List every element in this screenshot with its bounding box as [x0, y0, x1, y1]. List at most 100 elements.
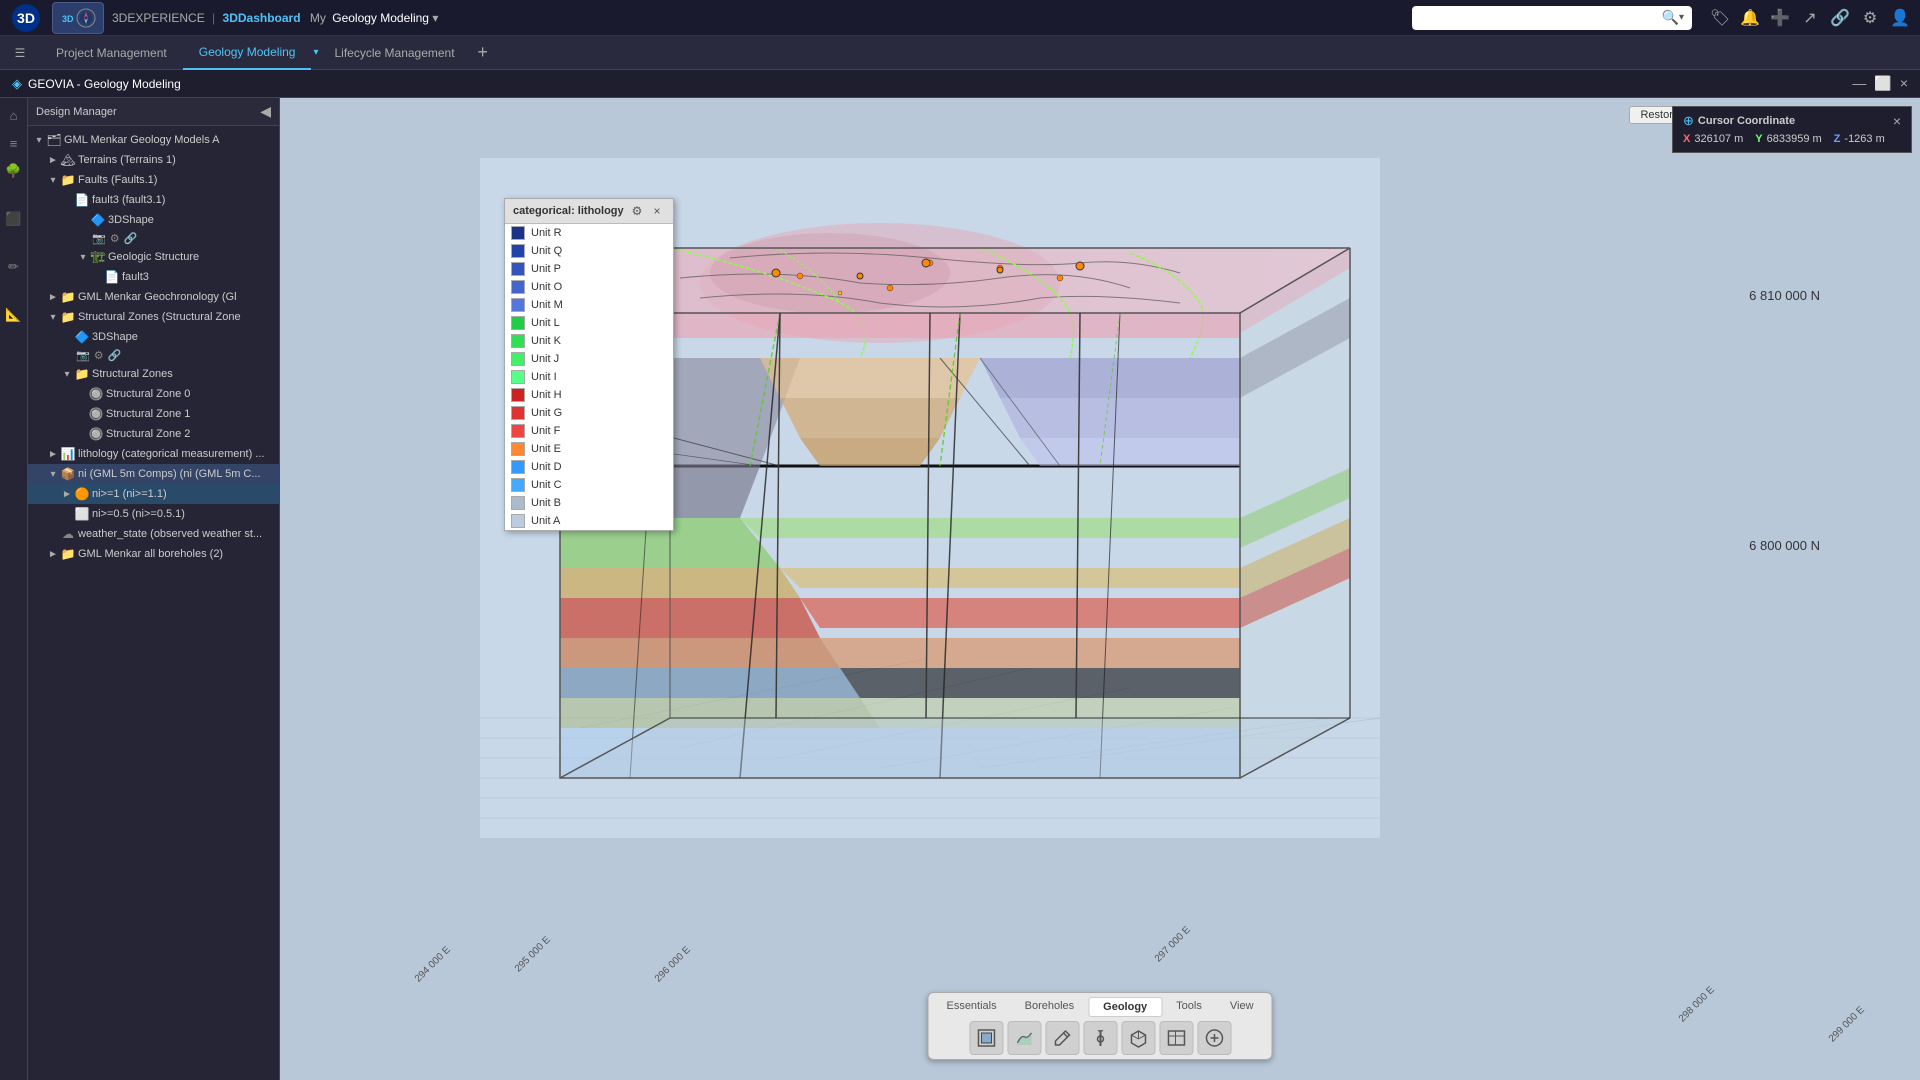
- left-icon-pick[interactable]: ✏: [3, 256, 25, 278]
- swatch-unit-d: [511, 460, 525, 474]
- btool-table[interactable]: [1159, 1021, 1193, 1055]
- btab-essentials[interactable]: Essentials: [932, 997, 1010, 1017]
- tree-item-ni1[interactable]: ► 🟠 ni>=1 (ni>=1.1): [28, 484, 279, 504]
- left-icon-layers[interactable]: ≡: [3, 132, 25, 154]
- tree-item-sz2[interactable]: 🔘 Structural Zone 2: [28, 424, 279, 444]
- arrow-gml-geo[interactable]: ►: [46, 292, 60, 303]
- search-input[interactable]: [1420, 11, 1662, 25]
- connect-icon[interactable]: 🔗: [1828, 6, 1852, 30]
- label-unit-q: Unit Q: [531, 245, 562, 257]
- cursor-coord-close[interactable]: ×: [1893, 113, 1901, 129]
- legend-item-unit-q: Unit Q: [505, 242, 673, 260]
- arrow-sz-group[interactable]: ▾: [60, 369, 74, 380]
- bookmark-icon[interactable]: 🏷: [1708, 6, 1732, 30]
- 3dshape-icon1[interactable]: 📷: [92, 232, 106, 245]
- label-unit-g: Unit G: [531, 407, 562, 419]
- left-icon-tree[interactable]: 🌳: [3, 160, 25, 182]
- label-unit-c: Unit C: [531, 479, 562, 491]
- btab-view[interactable]: View: [1216, 997, 1268, 1017]
- icon-sz0: 🔘: [88, 386, 104, 402]
- tree-item-3dshape2[interactable]: 🔷 3DShape: [28, 327, 279, 347]
- tree-item-faults[interactable]: ▾ 📁 Faults (Faults.1): [28, 170, 279, 190]
- share-icon[interactable]: ↗: [1798, 6, 1822, 30]
- swatch-unit-h: [511, 388, 525, 402]
- tab-project-management[interactable]: Project Management: [40, 36, 183, 70]
- label-unit-f: Unit F: [531, 425, 560, 437]
- search-dropdown-icon[interactable]: ▾: [1679, 12, 1684, 23]
- icon-3dshape2: 🔷: [74, 329, 90, 345]
- arrow-terrains[interactable]: ►: [46, 155, 60, 166]
- tree-item-ni-gml[interactable]: ▾ 📦 ni (GML 5m Comps) (ni (GML 5m C...: [28, 464, 279, 484]
- arrow-geologic-structure[interactable]: ▾: [76, 252, 90, 263]
- dm-collapse-icon[interactable]: ◀: [260, 103, 271, 120]
- btab-tools[interactable]: Tools: [1162, 997, 1216, 1017]
- tree-item-3dshape[interactable]: 🔷 3DShape: [28, 210, 279, 230]
- settings-icon[interactable]: ⚙: [1858, 6, 1882, 30]
- btool-add[interactable]: [1197, 1021, 1231, 1055]
- label-ni-gml: ni (GML 5m Comps) (ni (GML 5m C...: [78, 468, 261, 480]
- label-fault3: fault3 (fault3.1): [92, 194, 165, 206]
- svg-text:3D: 3D: [62, 14, 74, 24]
- tree-item-boreholes[interactable]: ► 📁 GML Menkar all boreholes (2): [28, 544, 279, 564]
- 3dshape2-icon3[interactable]: 🔗: [108, 349, 122, 362]
- arrow-gml-root[interactable]: ▾: [32, 135, 46, 146]
- legend-close-icon[interactable]: ×: [649, 203, 665, 219]
- tree-item-fault3[interactable]: 📄 fault3 (fault3.1): [28, 190, 279, 210]
- btab-geology[interactable]: Geology: [1088, 997, 1162, 1017]
- tree-item-gml-root[interactable]: ▾ 🗂 GML Menkar Geology Models A: [28, 130, 279, 150]
- 3dshape-icon3[interactable]: 🔗: [124, 232, 138, 245]
- 3dshape2-icon2[interactable]: ⚙: [94, 349, 104, 362]
- label-unit-e: Unit E: [531, 443, 561, 455]
- arrow-ni1[interactable]: ►: [60, 489, 74, 500]
- left-icon-cube[interactable]: ⬛: [3, 208, 25, 230]
- tree-item-structural-zones[interactable]: ▾ 📁 Structural Zones (Structural Zone: [28, 307, 279, 327]
- plus-icon[interactable]: ➕: [1768, 6, 1792, 30]
- app-logo[interactable]: 3D: [8, 0, 44, 36]
- search-icon[interactable]: 🔍: [1662, 9, 1679, 26]
- restore-panel-icon[interactable]: ⬜: [1874, 75, 1891, 92]
- tree-item-sz0[interactable]: 🔘 Structural Zone 0: [28, 384, 279, 404]
- tab-geology-modeling[interactable]: Geology Modeling: [183, 36, 312, 70]
- btool-box[interactable]: [1121, 1021, 1155, 1055]
- tree-item-geologic-structure[interactable]: ▾ 🏗 Geologic Structure: [28, 247, 279, 267]
- close-panel-icon[interactable]: ×: [1900, 75, 1908, 92]
- arrow-lithology[interactable]: ►: [46, 449, 60, 460]
- viewport[interactable]: categorical: lithology ⚙ × Unit R Unit Q: [280, 98, 1920, 1080]
- tree-item-terrains[interactable]: ► 🏔 Terrains (Terrains 1): [28, 150, 279, 170]
- bell-icon[interactable]: 🔔: [1738, 6, 1762, 30]
- btab-boreholes[interactable]: Boreholes: [1011, 997, 1089, 1017]
- btool-drill[interactable]: [1083, 1021, 1117, 1055]
- arrow-boreholes[interactable]: ►: [46, 549, 60, 560]
- user-icon[interactable]: 👤: [1888, 6, 1912, 30]
- dm-header: Design Manager ◀: [28, 98, 279, 126]
- icon-fault3-leaf: 📄: [104, 269, 120, 285]
- tree-item-sz-group[interactable]: ▾ 📁 Structural Zones: [28, 364, 279, 384]
- legend-item-unit-f: Unit F: [505, 422, 673, 440]
- dashboard-label[interactable]: 3DDashboard: [223, 11, 301, 25]
- btool-edit[interactable]: [1045, 1021, 1079, 1055]
- tree-item-lithology[interactable]: ► 📊 lithology (categorical measurement) …: [28, 444, 279, 464]
- arrow-faults[interactable]: ▾: [46, 175, 60, 186]
- left-icon-measure[interactable]: 📐: [3, 304, 25, 326]
- 3dshape-icon2[interactable]: ⚙: [110, 232, 120, 245]
- 3dshape2-icon1[interactable]: 📷: [76, 349, 90, 362]
- tree-item-gml-geo[interactable]: ► 📁 GML Menkar Geochronology (Gl: [28, 287, 279, 307]
- minimize-icon[interactable]: —: [1852, 75, 1866, 92]
- tree-item-fault3-leaf[interactable]: 📄 fault3: [28, 267, 279, 287]
- tree-item-weather[interactable]: ☁ weather_state (observed weather st...: [28, 524, 279, 544]
- legend-panel: categorical: lithology ⚙ × Unit R Unit Q: [504, 198, 674, 531]
- compass-button[interactable]: 3D: [52, 2, 104, 34]
- left-icon-home[interactable]: ⌂: [3, 104, 25, 126]
- arrow-ni-gml[interactable]: ▾: [46, 469, 60, 480]
- add-tab-button[interactable]: +: [471, 41, 495, 65]
- tree-item-sz1[interactable]: 🔘 Structural Zone 1: [28, 404, 279, 424]
- tree-item-ni05[interactable]: ⬜ ni>=0.5 (ni>=0.5.1): [28, 504, 279, 524]
- btool-block-model[interactable]: [969, 1021, 1003, 1055]
- legend-settings-icon[interactable]: ⚙: [629, 203, 645, 219]
- tab-lifecycle-management[interactable]: Lifecycle Management: [319, 36, 471, 70]
- btool-surfaces[interactable]: [1007, 1021, 1041, 1055]
- arrow-structural-zones[interactable]: ▾: [46, 312, 60, 323]
- sidebar-toggle[interactable]: ☰: [8, 41, 32, 65]
- label-sz1: Structural Zone 1: [106, 408, 190, 420]
- topbar: 3D 3D 3DEXPERIENCE | 3DDashboard My Geol…: [0, 0, 1920, 36]
